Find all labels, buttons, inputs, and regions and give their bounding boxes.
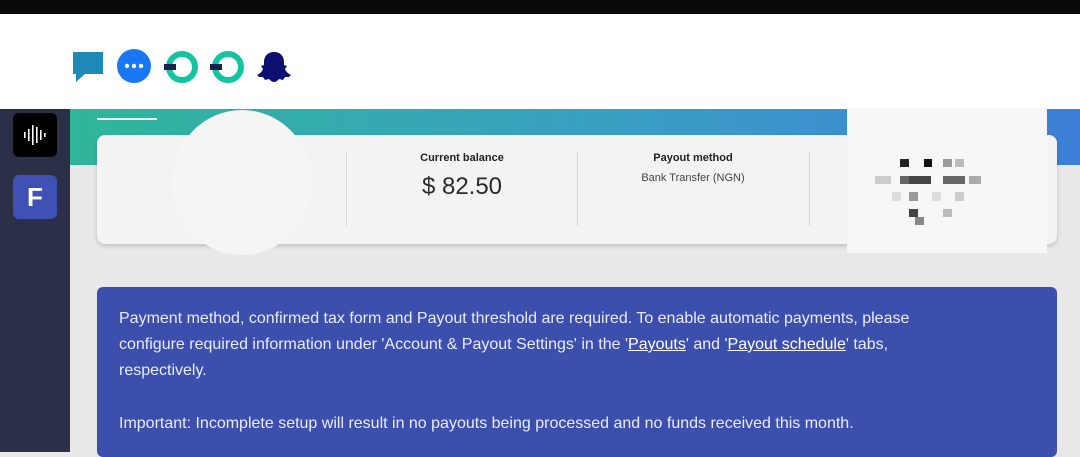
- chat-bubble-icon[interactable]: [68, 47, 108, 87]
- soundwave-icon[interactable]: [13, 113, 57, 157]
- app-sidebar: [0, 109, 70, 452]
- notice-text: Payment method, confirmed tax form and P…: [119, 310, 910, 327]
- important-warning: Important: Incomplete setup will result …: [119, 415, 854, 432]
- column-divider: [577, 152, 578, 226]
- payout-requirements-notice: Payment method, confirmed tax form and P…: [97, 287, 1057, 457]
- column-divider: [809, 152, 810, 226]
- snapchat-icon[interactable]: [254, 47, 294, 87]
- notice-line-2: configure required information under 'Ac…: [119, 332, 1019, 359]
- messenger-icon[interactable]: [114, 47, 154, 87]
- ring-app-icon[interactable]: [162, 47, 202, 87]
- notice-text: configure required information under 'Ac…: [119, 336, 629, 353]
- notice-text: ' and ': [685, 336, 728, 353]
- payout-schedule-tab-link[interactable]: Payout schedule: [728, 336, 846, 353]
- ring-app-icon[interactable]: [208, 47, 248, 87]
- pixelated-redaction: [847, 108, 1047, 253]
- current-balance-label: Current balance: [420, 152, 504, 164]
- notice-text: ' tabs,: [845, 336, 889, 353]
- active-tab-underline: [97, 118, 157, 120]
- status-bar: [0, 0, 1080, 14]
- avatar: [172, 110, 312, 255]
- payout-method-label: Payout method: [653, 152, 733, 164]
- notice-line-3: respectively.: [119, 362, 207, 379]
- notice-line-1: Payment method, confirmed tax form and P…: [119, 306, 1019, 333]
- payouts-tab-link[interactable]: Payouts: [628, 336, 686, 353]
- f-app-icon[interactable]: F: [13, 175, 57, 219]
- column-divider: [346, 152, 347, 226]
- current-balance-value: $ 82.50: [421, 173, 503, 200]
- f-app-letter: F: [27, 181, 43, 212]
- payout-method-value: Bank Transfer (NGN): [641, 172, 745, 184]
